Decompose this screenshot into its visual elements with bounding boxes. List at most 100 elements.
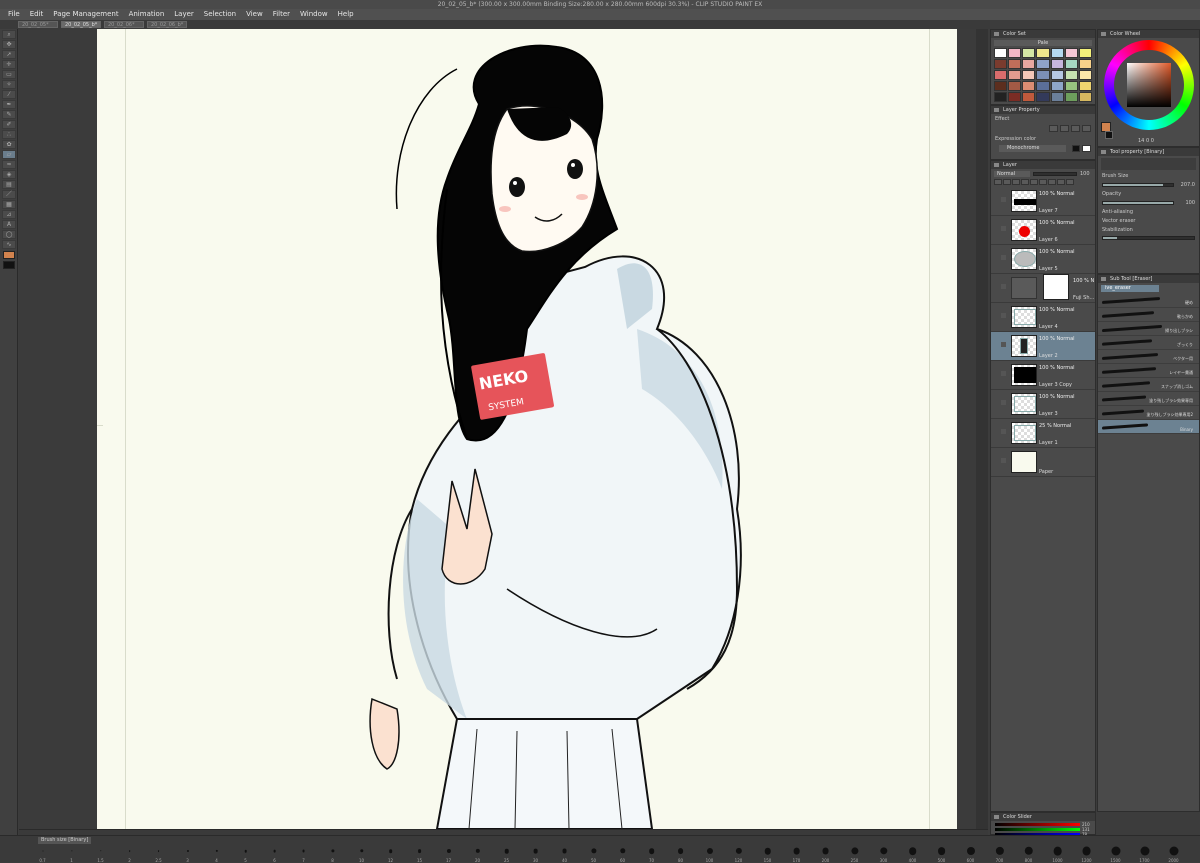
color-swatch[interactable]	[1078, 81, 1092, 91]
new-layer-icon[interactable]	[1048, 179, 1056, 185]
color-swatch[interactable]	[1050, 92, 1064, 102]
layer-row[interactable]: 100 % N Fuji Sh...	[991, 274, 1095, 303]
color-swatch[interactable]	[1064, 48, 1078, 58]
menu-page-management[interactable]: Page Management	[49, 9, 122, 20]
layer-row[interactable]: 100 % Normal Layer 7	[991, 187, 1095, 216]
brush-size-preset[interactable]: 15	[405, 845, 434, 863]
menu-filter[interactable]: Filter	[269, 9, 294, 20]
sub-tool-item[interactable]: 軟らかめ	[1098, 308, 1199, 322]
brush-size-preset[interactable]: 120	[724, 845, 753, 863]
eye-icon[interactable]	[993, 429, 999, 435]
lock-icon[interactable]	[1001, 255, 1006, 260]
brush-size-preset[interactable]: 80	[666, 845, 695, 863]
eye-icon[interactable]	[993, 284, 999, 290]
brush-size-preset[interactable]: 40	[550, 845, 579, 863]
color-swatch[interactable]	[1008, 81, 1022, 91]
eye-icon[interactable]	[993, 313, 999, 319]
brush-size-preset[interactable]: 10	[347, 845, 376, 863]
doc-tab[interactable]: 20_02_05*	[18, 21, 58, 28]
lock-icon[interactable]	[1001, 400, 1006, 405]
doc-tab-active[interactable]: 20_02_05_b*	[61, 21, 101, 28]
brush-size-preset[interactable]: 400	[898, 845, 927, 863]
brush-size-preset[interactable]: 12	[376, 845, 405, 863]
brush-size-preset[interactable]: 20	[463, 845, 492, 863]
airbrush-tool-icon[interactable]: ∴	[2, 130, 16, 139]
eyedropper-tool-icon[interactable]: ⁄	[2, 90, 16, 99]
layer-row[interactable]: 100 % Normal Layer 2	[991, 332, 1095, 361]
brush-size-preset[interactable]: 4	[202, 845, 231, 863]
sub-tool-item[interactable]: ざっくり	[1098, 336, 1199, 350]
brush-size-preset[interactable]: 6	[260, 845, 289, 863]
vector-eraser-label[interactable]: Vector eraser	[1102, 218, 1135, 224]
layer-row[interactable]: 100 % Normal Layer 3	[991, 390, 1095, 419]
move-tool-icon[interactable]: ✥	[2, 40, 16, 49]
color-swatch[interactable]	[1036, 81, 1050, 91]
brush-size-preset[interactable]: 200	[811, 845, 840, 863]
layer-row[interactable]: 100 % Normal Layer 6	[991, 216, 1095, 245]
color-swatch[interactable]	[1022, 59, 1036, 69]
canvas-area[interactable]: NEKO SYSTEM	[19, 29, 988, 829]
blend-tool-icon[interactable]: ≈	[2, 160, 16, 169]
decoration-tool-icon[interactable]: ✿	[2, 140, 16, 149]
opacity-value[interactable]: 100	[1177, 200, 1195, 206]
operation-tool-icon[interactable]: ➚	[2, 50, 16, 59]
sub-tool-item[interactable]: 塗り残しブラシ効果専用	[1098, 392, 1199, 406]
brush-size-preset[interactable]: 8	[318, 845, 347, 863]
color-swatch[interactable]	[1008, 59, 1022, 69]
color-swatch[interactable]	[1036, 70, 1050, 80]
brush-size-preset[interactable]: 1200	[1072, 845, 1101, 863]
color-swatch[interactable]	[994, 70, 1008, 80]
eye-icon[interactable]	[993, 400, 999, 406]
green-slider[interactable]	[995, 827, 1080, 831]
menu-layer[interactable]: Layer	[170, 9, 198, 20]
menu-window[interactable]: Window	[296, 9, 332, 20]
text-tool-icon[interactable]: A	[2, 220, 16, 229]
sub-tool-item[interactable]: 掃り出しブラシ	[1098, 322, 1199, 336]
lock-icon[interactable]	[1001, 458, 1006, 463]
lock-icon[interactable]	[1001, 371, 1006, 376]
brush-size-preset[interactable]: 300	[869, 845, 898, 863]
color-swatch[interactable]	[1064, 92, 1078, 102]
zoom-tool-icon[interactable]: ⌕	[2, 30, 16, 39]
doc-tab[interactable]: 20_02_06_b*	[147, 21, 187, 28]
eye-icon[interactable]	[993, 371, 999, 377]
color-swatch[interactable]	[1022, 81, 1036, 91]
brush-size-preset[interactable]: 2	[115, 845, 144, 863]
lock-layer-icon[interactable]	[1012, 179, 1020, 185]
eye-icon[interactable]	[993, 197, 999, 203]
layer-row[interactable]: 100 % Normal Layer 4	[991, 303, 1095, 332]
brush-size-value[interactable]: 207.0	[1177, 182, 1195, 188]
eye-icon[interactable]	[993, 226, 999, 232]
lock-transparency-icon[interactable]	[1021, 179, 1029, 185]
layer-row[interactable]: 100 % Normal Layer 3 Copy	[991, 361, 1095, 390]
brush-size-preset[interactable]: 800	[1014, 845, 1043, 863]
color-swatch[interactable]	[1022, 48, 1036, 58]
clip-layer-icon[interactable]	[994, 179, 1002, 185]
menu-file[interactable]: File	[4, 9, 24, 20]
color-swatch[interactable]	[1022, 70, 1036, 80]
color-swatch[interactable]	[1078, 92, 1092, 102]
brush-size-preset[interactable]: 1.5	[86, 845, 115, 863]
brush-size-preset[interactable]: 250	[840, 845, 869, 863]
color-swatch[interactable]	[1036, 59, 1050, 69]
black-color-chip[interactable]	[1071, 145, 1081, 152]
main-color-swatch[interactable]	[3, 251, 15, 259]
blend-mode-select[interactable]: Normal	[994, 171, 1030, 177]
color-swatch[interactable]	[1022, 92, 1036, 102]
eye-icon[interactable]	[993, 255, 999, 261]
layer-name[interactable]: Layer 1	[1039, 440, 1058, 446]
reference-layer-icon[interactable]	[1003, 179, 1011, 185]
white-color-chip[interactable]	[1082, 145, 1091, 152]
opacity-slider[interactable]	[1102, 201, 1174, 205]
brush-size-slider[interactable]	[1102, 183, 1174, 187]
brush-size-preset[interactable]: 2.5	[144, 845, 173, 863]
border-effect-button[interactable]	[1049, 125, 1058, 132]
layer-color-button[interactable]	[1071, 125, 1080, 132]
color-swatch[interactable]	[1008, 92, 1022, 102]
color-swatch[interactable]	[1064, 59, 1078, 69]
brush-size-preset[interactable]: 7	[289, 845, 318, 863]
sub-tool-item[interactable]: Binary	[1098, 420, 1199, 434]
pen-tool-icon[interactable]: ✒	[2, 100, 16, 109]
brush-size-preset[interactable]: 700	[985, 845, 1014, 863]
sub-color-chip[interactable]	[1105, 131, 1113, 139]
